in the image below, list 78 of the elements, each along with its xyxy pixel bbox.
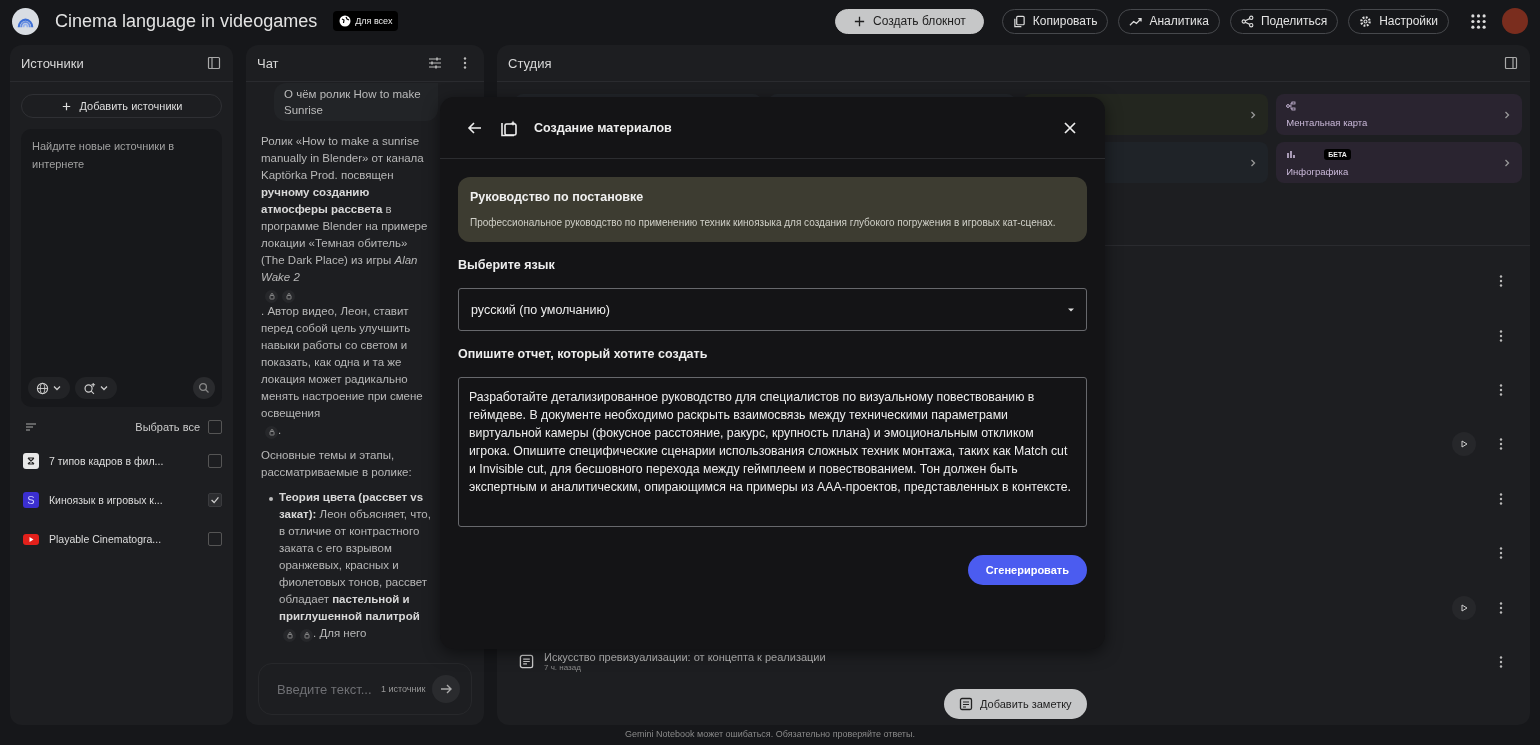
source-checkbox[interactable] xyxy=(208,492,222,507)
card-description: Профессиональное руководство по применению техник киноязыка для создания глубокого погружения в игровых кат-сценах. xyxy=(470,216,1057,230)
card-title: Руководство по постановке xyxy=(470,190,645,204)
bullet-icon xyxy=(269,497,273,501)
globe-icon xyxy=(36,381,49,395)
source-title[interactable]: Playable Cinematogra... xyxy=(49,532,198,545)
send-button[interactable] xyxy=(431,675,460,703)
panel-title: Чат xyxy=(257,55,280,71)
citation-icon[interactable] xyxy=(282,289,295,303)
answer-text: . xyxy=(278,423,282,438)
field-label: Опишите отчет, который хотите создать xyxy=(458,347,709,361)
chevron-icon xyxy=(1502,157,1512,168)
studio-tile[interactable]: Ментальная карта xyxy=(1276,94,1522,135)
panel-title: Источники xyxy=(21,55,85,71)
caret-icon xyxy=(99,383,109,393)
play-icon xyxy=(1459,602,1469,613)
caret-icon xyxy=(52,383,62,393)
create-notebook-button[interactable]: Создать блокнот xyxy=(835,8,984,34)
panel-title: Студия xyxy=(508,55,553,71)
logo-icon[interactable] xyxy=(12,7,39,35)
select-all-checkbox[interactable] xyxy=(208,420,222,434)
field-label: Выберите язык xyxy=(458,258,556,272)
sidebar-toggle-icon[interactable] xyxy=(1504,56,1518,70)
user-message: О чём ролик How to make Sunrise xyxy=(274,83,438,121)
message-field[interactable]: Введите текст... xyxy=(275,680,375,698)
notebook-title[interactable]: Cinema language in videogames xyxy=(55,10,318,32)
answer-text: Теория цвета (рассвет vs закат): Леон объясняет, что, в отличие от контрастного заката с его взрывом оранжевых, красных и фиолетовых тонов, рассвет обладает пастельной и приглушенной палитрой xyxy=(279,490,432,624)
note-title[interactable]: Искусство превизуализации: от концепта к реализации xyxy=(544,651,826,664)
play-icon xyxy=(1459,439,1469,450)
research-dropdown[interactable] xyxy=(75,377,117,399)
disclaimer: Gemini Notebook может ошибаться. Обязательно проверяйте ответы. xyxy=(625,728,915,739)
visibility-badge[interactable]: Для всех xyxy=(333,11,399,31)
citation-icon[interactable] xyxy=(300,628,313,642)
answer-text: . Для него xyxy=(313,626,367,641)
bar-chart-icon xyxy=(1286,149,1297,159)
copy-icon xyxy=(1012,14,1026,28)
sort-icon[interactable] xyxy=(24,420,38,434)
generate-button[interactable]: Сгенерировать xyxy=(967,555,1087,585)
answer-text: . Автор видео, Леон, ставит перед собой цель улучшить навыки работы со светом и показать, как одна и та же локация может радикально менять настроение при смене освещения xyxy=(261,304,424,421)
source-search-field[interactable]: Найдите новые источники в интернете xyxy=(28,137,215,377)
answer-text: Ролик «How to make a sunrise manually in Blender» от канала Kaptörka Prod. посвящен ручному созданию атмосферы рассвета в программе Blender на примере локации «Темная обитель» (The Dark Place) из игры Alan Wake 2 xyxy=(261,134,429,285)
add-note-button[interactable]: Добавить заметку xyxy=(944,689,1087,720)
source-count: 1 источник xyxy=(381,684,426,694)
answer-text: Основные темы и этапы, рассматриваемые в ролике: xyxy=(261,448,413,480)
tune-icon[interactable] xyxy=(428,56,442,70)
tile-label: Ментальная карта xyxy=(1286,117,1369,128)
sidebar-toggle-icon[interactable] xyxy=(207,56,221,70)
search-icon xyxy=(198,382,210,394)
citation-icon[interactable] xyxy=(265,425,278,439)
document-icon: S xyxy=(23,491,39,508)
arrow-icon xyxy=(438,682,453,696)
note-icon xyxy=(519,654,534,670)
plus-icon xyxy=(853,14,866,28)
search-button[interactable] xyxy=(193,377,215,399)
apps-icon[interactable] xyxy=(1471,13,1486,29)
mind-map-icon xyxy=(1286,101,1297,111)
tile-label: Инфографика xyxy=(1286,165,1350,177)
language-select[interactable]: русский (по умолчанию) xyxy=(458,288,1087,331)
source-checkbox[interactable] xyxy=(208,453,222,468)
globe-icon xyxy=(339,15,352,27)
chevron-icon xyxy=(1502,109,1512,120)
note-time: 7 ч. назад xyxy=(544,663,582,673)
source-title[interactable]: 7 типов кадров в фил... xyxy=(49,454,198,467)
web-dropdown[interactable] xyxy=(28,377,70,399)
source-checkbox[interactable] xyxy=(208,531,222,546)
report-description-field[interactable]: Разработайте детализированное руководство для специалистов по визуальному повествованию в геймдеве. В документе необходимо раскрыть взаимосвязь между техническими параметрами виртуальной камеры (фокусное расстояние, ракурс, крупность плана) и эмоциональным откликом игрока. Опишите специфические сценарии использования сложных техник монтажа, таких как Match cut и Invisible cut, для бесшовного перехода между геймплеем и повествованием. Тон должен быть экспертным и аналитическим, опирающимся на примеры из AAA-проектов, представленных в контексте. xyxy=(458,377,1087,527)
share-icon xyxy=(1240,14,1254,28)
source-title[interactable]: Киноязык в игровых к... xyxy=(49,493,198,506)
settings-icon xyxy=(1359,14,1373,28)
citation-icon[interactable] xyxy=(265,289,278,303)
note-icon xyxy=(959,697,973,712)
play-button[interactable] xyxy=(1452,432,1476,457)
select-all-label: Выбрать все xyxy=(135,421,200,433)
play-button[interactable] xyxy=(1452,595,1476,620)
source-search-box[interactable]: Найдите новые источники в интернете xyxy=(21,129,222,407)
citation-icon[interactable] xyxy=(283,628,296,642)
sparkle-search-icon xyxy=(83,381,96,395)
dialog-title: Создание материалов xyxy=(534,120,672,135)
